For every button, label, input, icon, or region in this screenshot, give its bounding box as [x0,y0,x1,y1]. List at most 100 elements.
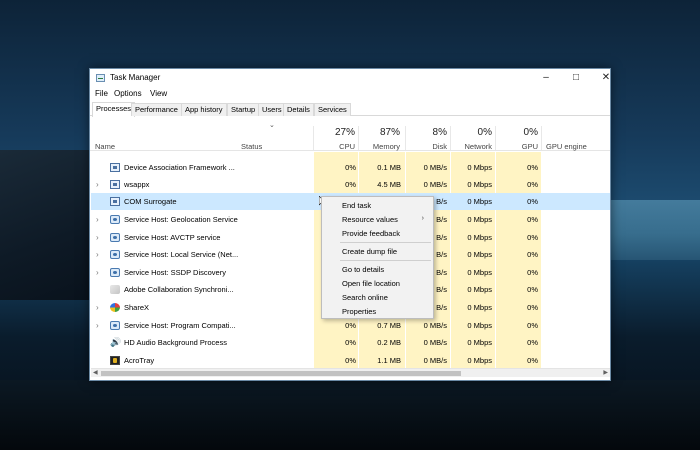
network-cell: 0 Mbps [467,197,492,206]
network-cell: 0 Mbps [467,268,492,277]
tab-processes[interactable]: Processes [92,102,136,117]
menu-resource-values[interactable]: Resource values › [342,215,430,224]
expand-chevron-icon[interactable]: › [96,250,99,259]
expand-chevron-icon[interactable]: › [96,180,99,189]
process-name: AcroTray [124,356,155,365]
background-rocks [0,150,95,300]
column-name[interactable]: Name [95,142,115,151]
scrollbar-thumb[interactable] [101,371,461,376]
process-name: Adobe Collaboration Synchroni... [124,285,234,294]
process-row[interactable]: › wsappx 0% 4.5 MB 0 MB/s 0 Mbps 0% [91,176,610,193]
column-cpu[interactable]: CPU [310,142,355,151]
expand-chevron-icon[interactable]: › [96,215,99,224]
column-network[interactable]: Network [450,142,492,151]
column-separator [495,126,496,150]
tab-performance[interactable]: Performance [131,103,182,116]
cpu-cell: 0% [345,356,356,365]
disk-cell: 0 MB/s [423,163,447,172]
tab-details[interactable]: Details [283,103,314,116]
menu-separator [340,260,431,261]
gpu-cell: 0% [527,285,538,294]
disk-cell: 0 MB/s [423,180,447,189]
cpu-cell: 0% [345,163,356,172]
task-manager-icon [96,74,105,82]
memory-cell: 0.1 MB [377,163,401,172]
menu-provide-feedback[interactable]: Provide feedback [342,229,400,238]
process-row[interactable]: 🔊 HD Audio Background Process 0% 0.2 MB … [91,334,610,351]
network-cell: 0 Mbps [467,180,492,189]
column-separator [405,126,406,150]
menu-options[interactable]: Options [114,89,142,98]
background-sea-glow [605,200,700,260]
process-name: ShareX [124,303,150,312]
gear-icon [110,233,120,242]
adobe-icon [110,285,120,294]
app-icon [110,163,120,172]
column-status[interactable]: Status [241,142,262,151]
tab-app-history[interactable]: App history [181,103,227,116]
title-bar[interactable]: Task Manager – □ ✕ [90,69,610,87]
horizontal-scrollbar[interactable]: ◀ ▶ [91,368,610,377]
process-name: Device Association Framework ... [124,163,235,172]
minimize-icon[interactable]: – [531,69,561,87]
network-cell: 0 Mbps [467,250,492,259]
process-row[interactable]: Device Association Framework ... 0% 0.1 … [91,159,610,176]
expand-chevron-icon[interactable]: › [96,233,99,242]
process-name: Service Host: AVCTP service [124,233,221,242]
gpu-cell: 0% [527,338,538,347]
window-title: Task Manager [110,73,161,82]
menu-separator [340,242,431,243]
column-disk[interactable]: Disk [405,142,447,151]
memory-cell: 1.1 MB [377,356,401,365]
gear-icon [110,250,120,259]
menu-create-dump-file[interactable]: Create dump file [342,247,397,256]
tab-users[interactable]: Users [258,103,286,116]
process-name: Service Host: SSDP Discovery [124,268,226,277]
process-name: Service Host: Geolocation Service [124,215,238,224]
scroll-left-icon[interactable]: ◀ [93,369,98,376]
gpu-total: 0% [523,127,538,138]
column-separator [541,126,542,150]
menu-bar: File Options View [90,88,610,100]
scroll-right-icon[interactable]: ▶ [603,369,608,376]
network-cell: 0 Mbps [467,321,492,330]
sharex-icon [110,303,120,312]
expand-chevron-icon[interactable]: › [96,268,99,277]
menu-search-online[interactable]: Search online [342,293,388,302]
speaker-icon: 🔊 [110,337,122,347]
process-row[interactable]: › Service Host: Program Compati... 0% 0.… [91,317,610,334]
cpu-cell: 0% [345,321,356,330]
network-cell: 0 Mbps [467,303,492,312]
menu-end-task[interactable]: End task [342,201,371,210]
menu-open-file-location[interactable]: Open file location [342,279,400,288]
tab-startup[interactable]: Startup [227,103,260,116]
sort-chevron-icon[interactable]: ⌄ [269,121,275,129]
process-row[interactable]: AcroTray 0% 1.1 MB 0 MB/s 0 Mbps 0% [91,352,610,369]
column-separator [358,126,359,150]
maximize-icon[interactable]: □ [561,69,591,87]
cpu-cell: 0% [345,338,356,347]
column-gpu[interactable]: GPU [495,142,538,151]
disk-cell: 0 MB/s [423,356,447,365]
menu-file[interactable]: File [95,89,108,98]
gpu-cell: 0% [527,356,538,365]
process-name: COM Surrogate [124,197,177,206]
menu-view[interactable]: View [150,89,167,98]
expand-chevron-icon[interactable]: › [96,303,99,312]
app-icon [110,197,120,206]
process-name: HD Audio Background Process [124,338,227,347]
menu-properties[interactable]: Properties [342,307,376,316]
disk-cell: 0 MB/s [423,338,447,347]
menu-resource-values-label: Resource values [342,215,398,224]
expand-chevron-icon[interactable]: › [96,321,99,330]
column-gpu-engine[interactable]: GPU engine [546,142,587,151]
menu-go-to-details[interactable]: Go to details [342,265,384,274]
background-beach [0,380,700,450]
close-icon[interactable]: ✕ [591,69,621,87]
column-separator [450,126,451,150]
submenu-arrow-icon: › [421,215,424,222]
process-name: Service Host: Program Compati... [124,321,236,330]
disk-total: 8% [432,127,447,138]
tab-services[interactable]: Services [314,103,351,116]
column-memory[interactable]: Memory [355,142,400,151]
